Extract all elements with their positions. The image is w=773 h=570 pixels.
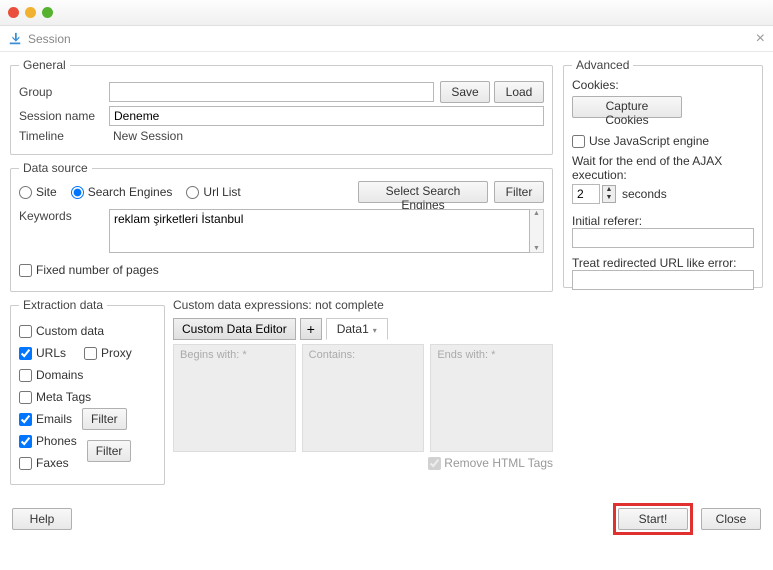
close-button[interactable]: Close [701,508,761,530]
custom-expressions-header: Custom data expressions: not complete [173,298,553,312]
cookies-label: Cookies: [572,78,754,92]
extraction-legend: Extraction data [19,298,107,312]
custom-data-checkbox[interactable] [19,325,32,338]
datasource-legend: Data source [19,161,92,175]
wait-seconds-spinner[interactable]: ▲▼ [602,185,616,203]
window-title: Session [28,32,71,46]
keywords-scrollbar[interactable]: ▲▼ [530,209,544,253]
capture-cookies-button[interactable]: Capture Cookies [572,96,682,118]
initial-referer-label: Initial referer: [572,214,754,228]
emails-checkbox[interactable] [19,413,32,426]
urls-checkbox[interactable] [19,347,32,360]
start-button[interactable]: Start! [618,508,688,530]
remove-html-tags-label: Remove HTML Tags [444,456,553,470]
help-button[interactable]: Help [12,508,72,530]
keywords-textarea[interactable] [109,209,530,253]
advanced-fieldset: Advanced Cookies: Capture Cookies Use Ja… [563,58,763,288]
window-close-dot[interactable] [8,7,19,18]
radio-site[interactable]: Site [19,185,57,199]
tab-data1[interactable]: Data1 [326,318,388,340]
window-header: Session × [0,26,773,52]
initial-referer-input[interactable] [572,228,754,248]
treat-redirect-label: Treat redirected URL like error: [572,256,754,270]
domains-checkbox[interactable] [19,369,32,382]
datasource-fieldset: Data source Site Search Engines Url List… [10,161,553,292]
begins-with-panel[interactable]: Begins with: * [173,344,296,452]
emails-filter-button[interactable]: Filter [82,408,127,430]
radio-url-list[interactable]: Url List [186,185,240,199]
wait-seconds-input[interactable] [572,184,600,204]
extraction-fieldset: Extraction data Custom data URLs Proxy D… [10,298,165,485]
custom-data-editor-button[interactable]: Custom Data Editor [173,318,296,340]
ds-filter-button[interactable]: Filter [494,181,544,203]
radio-search-engines[interactable]: Search Engines [71,185,173,199]
group-label: Group [19,85,109,99]
treat-redirect-input[interactable] [572,270,754,290]
contains-panel[interactable]: Contains: [302,344,425,452]
window-zoom-dot[interactable] [42,7,53,18]
fixed-pages-checkbox[interactable] [19,264,32,277]
select-search-engines-button[interactable]: Select Search Engines [358,181,488,203]
advanced-legend: Advanced [572,58,633,72]
mac-titlebar [0,0,773,26]
close-icon[interactable]: × [756,30,765,48]
session-name-input[interactable] [109,106,544,126]
general-legend: General [19,58,70,72]
group-input[interactable] [109,82,434,102]
faxes-checkbox[interactable] [19,457,32,470]
keywords-label: Keywords [19,209,109,253]
wait-ajax-label: Wait for the end of the AJAX execution: [572,154,754,182]
load-button[interactable]: Load [494,81,544,103]
window-minimize-dot[interactable] [25,7,36,18]
phones-checkbox[interactable] [19,435,32,448]
proxy-checkbox[interactable] [84,347,97,360]
use-js-checkbox[interactable] [572,135,585,148]
session-name-label: Session name [19,109,109,123]
timeline-label: Timeline [19,129,109,143]
metatags-checkbox[interactable] [19,391,32,404]
general-fieldset: General Group Save Load Session name Tim… [10,58,553,155]
save-button[interactable]: Save [440,81,490,103]
fixed-pages-label: Fixed number of pages [36,263,159,277]
start-highlight: Start! [613,503,693,535]
add-tab-button[interactable]: + [300,318,322,340]
remove-html-tags-checkbox [428,457,441,470]
ends-with-panel[interactable]: Ends with: * [430,344,553,452]
timeline-value: New Session [109,129,544,143]
phones-filter-button[interactable]: Filter [87,440,132,462]
download-icon [8,32,22,46]
